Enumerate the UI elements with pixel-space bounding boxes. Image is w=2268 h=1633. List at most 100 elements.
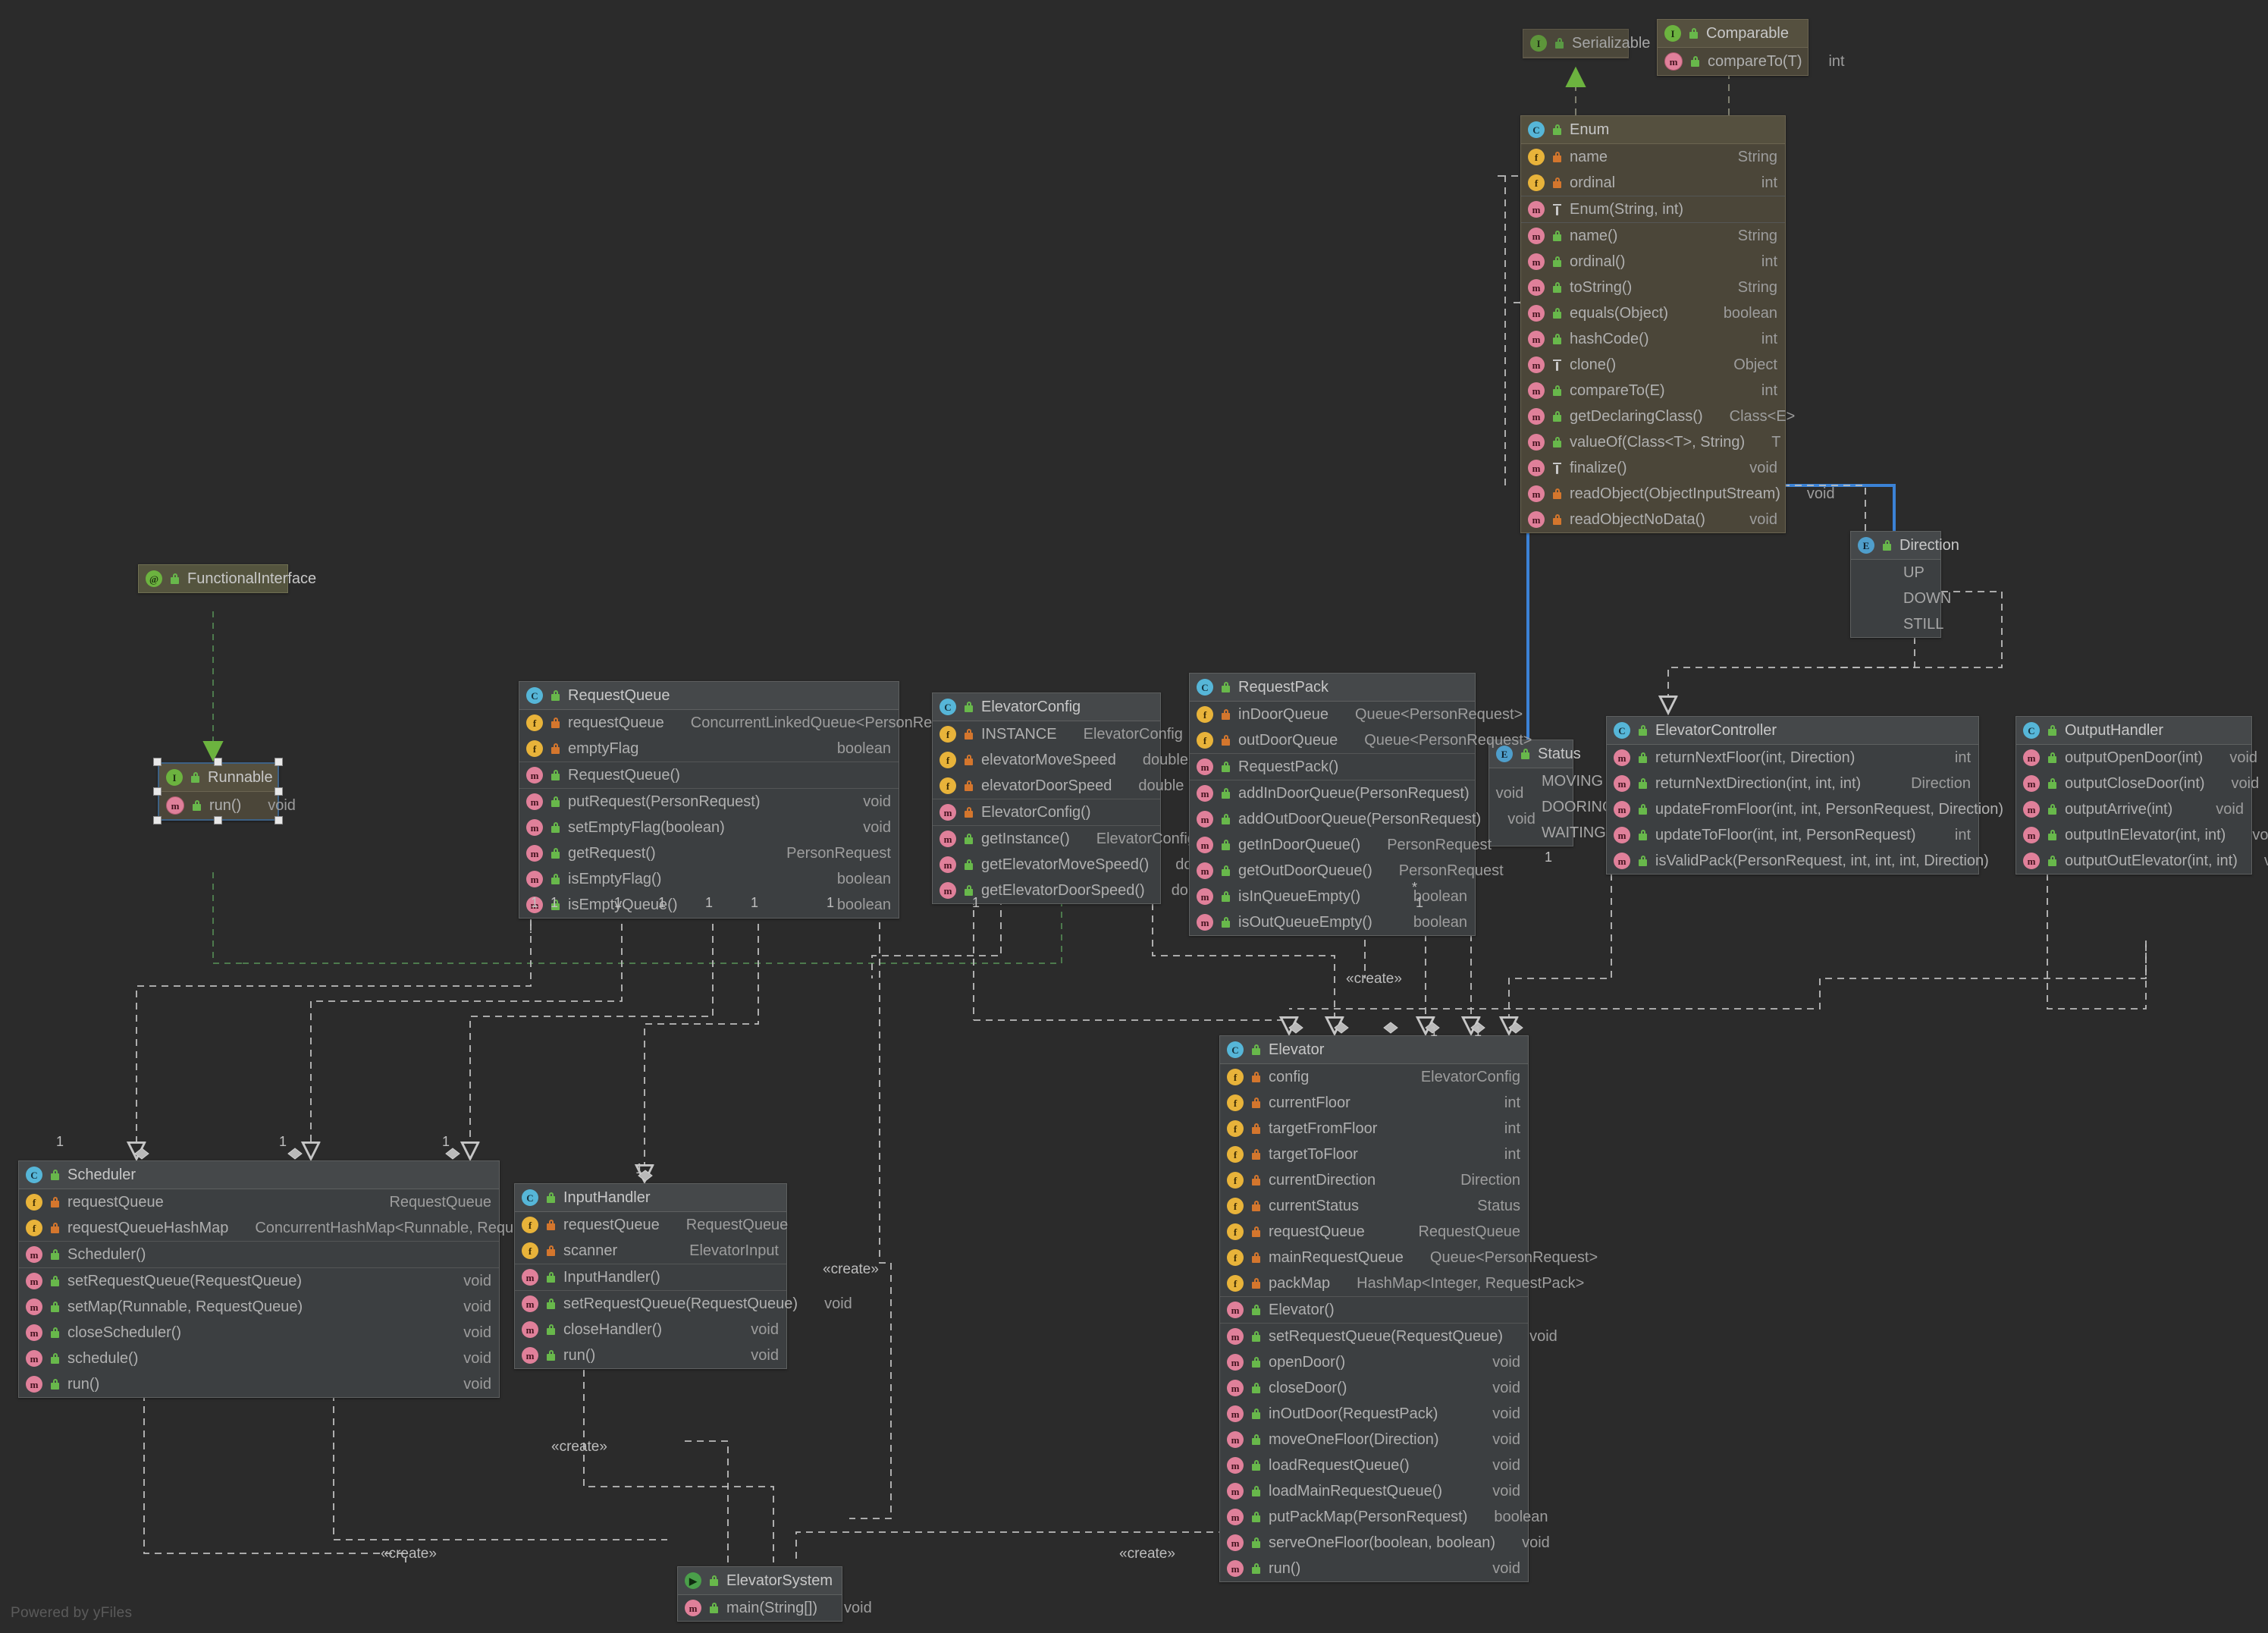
resize-handle-2[interactable] [274, 758, 283, 766]
uml-field-row[interactable]: f currentFloor int [1220, 1090, 1528, 1116]
uml-method-row[interactable]: m updateFromFloor(int, int, PersonRequest… [1607, 796, 2046, 822]
uml-node-header[interactable]: C OutputHandler [2016, 717, 2251, 745]
uml-method-row[interactable]: m isValidPack(PersonRequest, int, int, in… [1607, 848, 2069, 874]
uml-node-functionalinterface[interactable]: @ FunctionalInterface [138, 564, 316, 593]
uml-method-row[interactable]: m getDeclaringClass() Class<E> [1521, 404, 1795, 429]
uml-method-row[interactable]: m name() String [1521, 223, 1785, 249]
diagram-canvas[interactable]: I Serializable I Comparable m compareTo(T) int… [0, 0, 2268, 1633]
uml-field-row[interactable]: f ordinal int [1521, 170, 1785, 196]
uml-node-comparable[interactable]: I Comparable m compareTo(T) int [1657, 19, 1845, 76]
uml-method-row[interactable]: m finalize() void [1521, 455, 1785, 481]
uml-node-inputhandler[interactable]: C InputHandler f requestQueue RequestQueue f s… [514, 1183, 852, 1369]
uml-field-row[interactable]: f config ElevatorConfig [1220, 1064, 1528, 1090]
uml-method-row[interactable]: m loadMainRequestQueue() void [1220, 1478, 1528, 1504]
uml-node-header[interactable]: C RequestQueue [519, 682, 899, 710]
uml-method-row[interactable]: m Enum(String, int) [1521, 196, 1785, 222]
uml-node-requestpack[interactable]: C RequestPack f inDoorQueue Queue<PersonRequ… [1189, 673, 1536, 936]
uml-method-row[interactable]: m toString() String [1521, 275, 1785, 300]
uml-enum-constant-row[interactable]: UP [1851, 560, 1940, 586]
uml-field-row[interactable]: f requestQueueHashMap ConcurrentHashMap<Ru… [19, 1215, 588, 1241]
uml-method-row[interactable]: m ordinal() int [1521, 249, 1785, 275]
uml-method-row[interactable]: m setMap(Runnable, RequestQueue) void [19, 1294, 499, 1320]
uml-method-row[interactable]: m run() void [515, 1343, 786, 1368]
uml-field-row[interactable]: f targetToFloor int [1220, 1142, 1528, 1167]
uml-method-row[interactable]: m compareTo(E) int [1521, 378, 1785, 404]
uml-method-row[interactable]: m returnNextFloor(int, Direction) int [1607, 745, 1978, 771]
uml-method-row[interactable]: m equals(Object) boolean [1521, 300, 1785, 326]
uml-method-row[interactable]: m outputOpenDoor(int) void [2016, 745, 2257, 771]
uml-method-row[interactable]: m isOutQueueEmpty() boolean [1190, 909, 1475, 935]
uml-method-row[interactable]: m InputHandler() [515, 1264, 786, 1290]
uml-method-row[interactable]: m openDoor() void [1220, 1349, 1528, 1375]
resize-handle-3[interactable] [153, 787, 162, 796]
resize-handle-0[interactable] [153, 758, 162, 766]
uml-node-header[interactable]: C Elevator [1220, 1036, 1528, 1064]
uml-enum-constant-row[interactable]: STILL [1851, 611, 1943, 637]
uml-method-row[interactable]: m putPackMap(PersonRequest) boolean [1220, 1504, 1548, 1530]
uml-field-row[interactable]: f requestQueue ConcurrentLinkedQueue<Perso… [519, 710, 978, 736]
uml-field-row[interactable]: f targetFromFloor int [1220, 1116, 1528, 1142]
uml-field-row[interactable]: f currentStatus Status [1220, 1193, 1528, 1219]
uml-method-row[interactable]: m setEmptyFlag(boolean) void [519, 815, 899, 840]
uml-method-row[interactable]: m putRequest(PersonRequest) void [519, 789, 899, 815]
uml-method-row[interactable]: m clone() Object [1521, 352, 1785, 378]
uml-node-header[interactable]: C ElevatorController [1607, 717, 1978, 745]
uml-method-row[interactable]: m closeDoor() void [1220, 1375, 1528, 1401]
uml-field-row[interactable]: f elevatorMoveSpeed double [933, 747, 1188, 773]
uml-node-direction[interactable]: E Direction UP DOWN STILL [1850, 531, 1959, 638]
uml-method-row[interactable]: m ElevatorConfig() [933, 799, 1160, 825]
uml-node-elevatorconfig[interactable]: C ElevatorConfig f INSTANCE ElevatorConfig f e… [932, 692, 1221, 904]
uml-method-row[interactable]: m inOutDoor(RequestPack) void [1220, 1401, 1528, 1427]
uml-node-enum[interactable]: C Enum f name String f ordinal int m Enum(String,… [1520, 115, 1835, 533]
uml-field-row[interactable]: f requestQueue RequestQueue [19, 1189, 499, 1215]
uml-method-row[interactable]: m getRequest() PersonRequest [519, 840, 899, 866]
uml-method-row[interactable]: m run() void [19, 1371, 499, 1397]
uml-method-row[interactable]: m returnNextDirection(int, int, int) Direc… [1607, 771, 1978, 796]
uml-method-row[interactable]: m getOutDoorQueue() PersonRequest [1190, 858, 1504, 884]
uml-method-row[interactable]: m setRequestQueue(RequestQueue) void [515, 1291, 852, 1317]
uml-node-requestqueue[interactable]: C RequestQueue f requestQueue ConcurrentLink… [519, 681, 978, 919]
uml-node-header[interactable]: I Comparable [1658, 20, 1808, 48]
uml-method-row[interactable]: m Elevator() [1220, 1297, 1528, 1323]
uml-node-header[interactable]: C Scheduler [19, 1161, 499, 1189]
uml-enum-constant-row[interactable]: DOWN [1851, 586, 1951, 611]
uml-method-row[interactable]: m isInQueueEmpty() boolean [1190, 884, 1475, 909]
uml-method-row[interactable]: m updateToFloor(int, int, PersonRequest) i… [1607, 822, 1978, 848]
uml-method-row[interactable]: m moveOneFloor(Direction) void [1220, 1427, 1528, 1452]
uml-method-row[interactable]: m RequestPack() [1190, 754, 1475, 780]
resize-handle-5[interactable] [153, 816, 162, 824]
uml-field-row[interactable]: f name String [1521, 144, 1785, 170]
uml-node-header[interactable]: C InputHandler [515, 1184, 786, 1212]
uml-method-row[interactable]: m outputArrive(int) void [2016, 796, 2251, 822]
uml-method-row[interactable]: m valueOf(Class<T>, String) T [1521, 429, 1785, 455]
uml-method-row[interactable]: m closeScheduler() void [19, 1320, 499, 1346]
uml-method-row[interactable]: m run() void [1220, 1556, 1528, 1581]
uml-node-header[interactable]: E Direction [1851, 532, 1959, 560]
uml-field-row[interactable]: f scanner ElevatorInput [515, 1238, 786, 1264]
uml-method-row[interactable]: m run() void [159, 792, 296, 819]
resize-handle-6[interactable] [214, 816, 222, 824]
uml-field-row[interactable]: f INSTANCE ElevatorConfig [933, 721, 1183, 747]
uml-node-elevator[interactable]: C Elevator f config ElevatorConfig f currentFl… [1219, 1035, 1598, 1582]
uml-node-header[interactable]: I Serializable [1523, 30, 1650, 58]
uml-node-header[interactable]: C Enum [1521, 116, 1785, 144]
resize-handle-7[interactable] [274, 816, 283, 824]
uml-node-scheduler[interactable]: C Scheduler f requestQueue RequestQueue f requ… [18, 1160, 588, 1398]
uml-node-runnable[interactable]: I Runnable m run() void [158, 762, 296, 821]
uml-node-serializable[interactable]: I Serializable [1523, 29, 1650, 58]
uml-method-row[interactable]: m closeHandler() void [515, 1317, 786, 1343]
uml-node-header[interactable]: I Runnable [159, 764, 278, 792]
uml-method-row[interactable]: m hashCode() int [1521, 326, 1785, 352]
uml-method-row[interactable]: mgetElevatorMoveSpeed()double [933, 852, 1221, 878]
uml-method-row[interactable]: m main(String[]) void [678, 1595, 872, 1621]
uml-method-row[interactable]: m serveOneFloor(boolean, boolean) void [1220, 1530, 1550, 1556]
uml-method-row[interactable]: m RequestQueue() [519, 762, 899, 788]
uml-method-row[interactable]: m outputInElevator(int, int) void [2016, 822, 2268, 848]
uml-method-row[interactable]: m setRequestQueue(RequestQueue) void [19, 1268, 499, 1294]
uml-method-row[interactable]: m setRequestQueue(RequestQueue) void [1220, 1324, 1557, 1349]
uml-method-row[interactable]: m outputCloseDoor(int) void [2016, 771, 2259, 796]
uml-method-row[interactable]: m Scheduler() [19, 1242, 499, 1267]
uml-field-row[interactable]: f requestQueue RequestQueue [1220, 1219, 1528, 1245]
uml-method-row[interactable]: m readObject(ObjectInputStream) void [1521, 481, 1835, 507]
uml-field-row[interactable]: f requestQueue RequestQueue [515, 1212, 788, 1238]
